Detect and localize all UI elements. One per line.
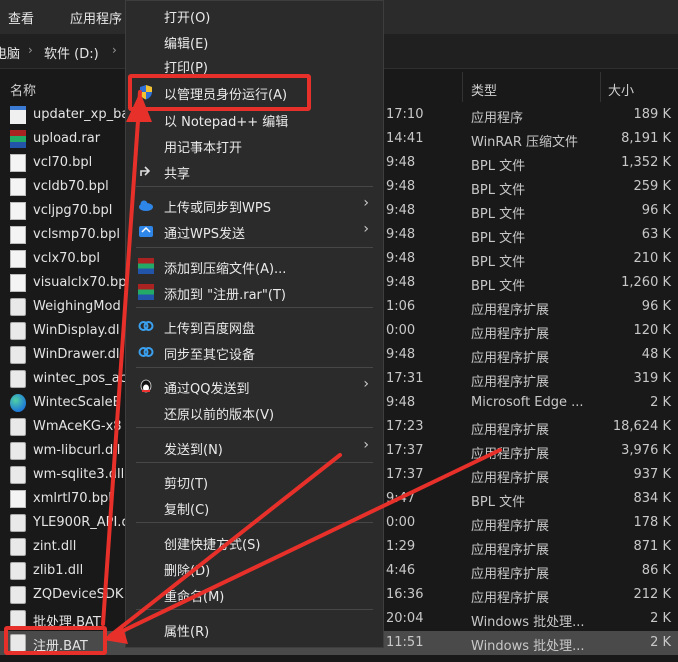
arrow-to-menu — [108, 453, 342, 638]
annotation-arrows — [101, 90, 502, 644]
arrow-to-run-as-admin — [101, 90, 142, 626]
arrow-to-file-type — [106, 448, 502, 640]
arrow-head — [126, 92, 152, 122]
